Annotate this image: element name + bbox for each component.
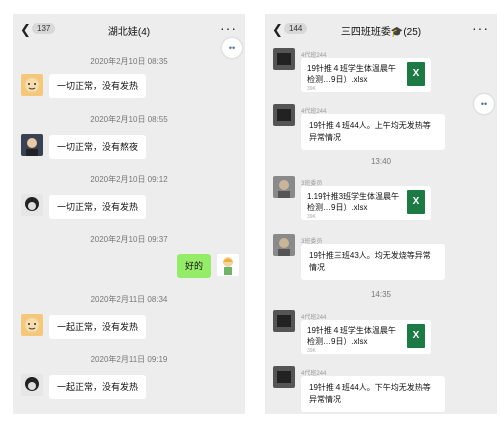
message-bubble[interactable]: 19针推三班43人。均无发烧等异常情况 (301, 244, 445, 280)
avatar[interactable] (273, 366, 295, 388)
floating-window-icon[interactable]: •• (474, 94, 494, 114)
avatar[interactable] (273, 310, 295, 332)
avatar[interactable] (21, 374, 43, 396)
file-name: 19针推４班学生体温晨午检测…9日）.xlsx (307, 326, 396, 346)
message-bubble[interactable]: 一切正常，没有熬夜 (49, 135, 147, 159)
chat-title: 三四班班委🎓(25) (340, 27, 422, 38)
timestamp: 2020年2月11日 08:34 (90, 295, 168, 304)
right-chat-screen: ❮ 144 三四班班委🎓(25) ··· •• 4代班244 19针推４班学生体… (265, 14, 497, 414)
file-message[interactable]: 19针推４班学生体温晨午检测…9日）.xlsx 39K X (301, 58, 431, 92)
timestamp: 2020年2月10日 09:12 (90, 175, 168, 184)
message-bubble[interactable]: 一起正常，没有发热 (49, 375, 147, 399)
avatar[interactable] (273, 104, 295, 126)
avatar[interactable] (273, 176, 295, 198)
avatar[interactable] (273, 234, 295, 256)
timestamp: 2020年2月11日 09:19 (90, 355, 168, 364)
avatar[interactable] (273, 48, 295, 70)
message-bubble[interactable]: 19针推４班44人。下午均无发热等异常情况 (301, 376, 445, 412)
own-message-bubble[interactable]: 好的 (177, 254, 212, 278)
message-bubble[interactable]: 一起正常，没有发热 (49, 315, 147, 339)
avatar[interactable] (21, 74, 43, 96)
file-name: 1.19针推3班学生体温晨午检测…9日）.xlsx (307, 192, 400, 212)
file-size: 39K (307, 86, 316, 92)
chat-title: 湖北娃(4) (107, 27, 151, 38)
chat-header: ❮ 144 三四班班委🎓(25) ··· (265, 14, 497, 46)
file-name: 19针推４班学生体温晨午检测…9日）.xlsx (307, 64, 396, 84)
timestamp: 2020年2月10日 08:35 (90, 57, 168, 66)
excel-file-icon: X (407, 190, 425, 214)
left-chat-screen: ❮ 137 湖北娃(4) ··· •• 2020年2月10日 08:35 一切正… (13, 14, 245, 414)
avatar[interactable] (21, 314, 43, 336)
timestamp: 13:40 (370, 157, 392, 166)
file-size: 39K (307, 348, 316, 354)
floating-window-icon[interactable]: •• (222, 38, 242, 58)
more-dots-icon[interactable]: ··· (220, 20, 237, 36)
timestamp: 2020年2月10日 08:55 (90, 115, 168, 124)
excel-file-icon: X (407, 62, 425, 86)
file-message[interactable]: 19针推４班学生体温晨午检测…9日）.xlsx 39K X (301, 320, 431, 354)
avatar[interactable] (21, 194, 43, 216)
timestamp: 2020年2月10日 09:37 (90, 235, 168, 244)
message-bubble[interactable]: 一切正常，没有发热 (49, 74, 147, 98)
file-size: 39K (307, 214, 316, 220)
timestamp: 14:35 (370, 290, 392, 299)
more-dots-icon[interactable]: ··· (472, 20, 489, 36)
own-avatar[interactable] (217, 254, 239, 276)
file-message[interactable]: 1.19针推3班学生体温晨午检测…9日）.xlsx 39K X (301, 186, 431, 220)
chat-header: ❮ 137 湖北娃(4) ··· (13, 14, 245, 46)
message-bubble[interactable]: 一切正常，没有发热 (49, 195, 147, 219)
message-bubble[interactable]: 19针推４班44人。上午均无发热等异常情况 (301, 114, 445, 150)
avatar[interactable] (21, 134, 43, 156)
excel-file-icon: X (407, 324, 425, 348)
